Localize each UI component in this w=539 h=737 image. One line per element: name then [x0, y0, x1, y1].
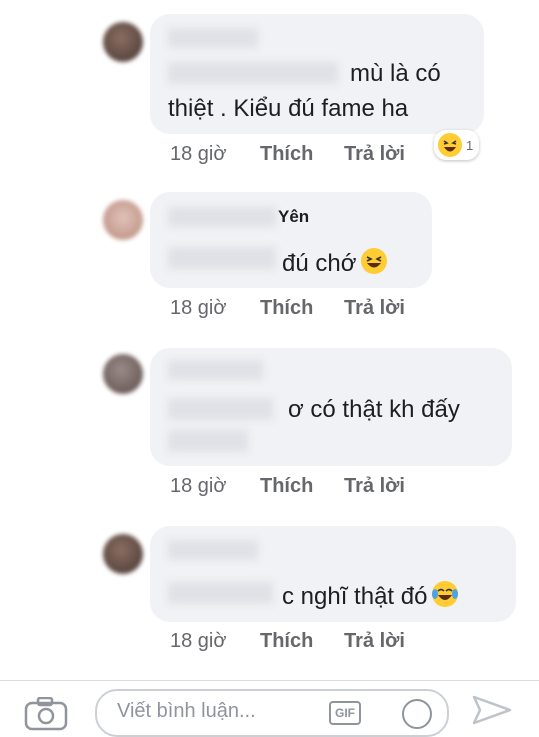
comment-time: 18 giờ — [170, 630, 227, 652]
reply-button[interactable]: Trả lời — [344, 297, 405, 320]
haha-reaction-icon — [438, 133, 462, 157]
reaction-count: 1 — [466, 137, 474, 153]
comment-input[interactable]: Viết bình luận... GIF — [95, 689, 449, 737]
reply-button[interactable]: Trả lời — [344, 475, 405, 498]
redacted-text — [168, 398, 273, 420]
redacted-text — [168, 582, 273, 604]
tears-of-joy-emoji-icon — [432, 581, 459, 607]
comment-time: 18 giờ — [170, 475, 227, 497]
avatar[interactable] — [103, 22, 143, 62]
redacted-text — [168, 62, 338, 84]
like-button[interactable]: Thích — [260, 475, 313, 498]
avatar[interactable] — [103, 200, 143, 240]
redacted-text — [168, 430, 248, 452]
redacted-name — [168, 540, 258, 560]
comment-text: mù là có — [350, 60, 441, 87]
reply-button[interactable]: Trả lời — [344, 630, 405, 653]
comment-text: c nghĩ thật đó — [282, 580, 459, 611]
comment-composer: Viết bình luận... GIF — [0, 680, 539, 737]
reaction-badge[interactable]: 1 — [434, 130, 480, 160]
redacted-name — [168, 207, 276, 227]
redacted-name — [168, 28, 258, 48]
comment-time: 18 giờ — [170, 143, 227, 165]
avatar[interactable] — [103, 354, 143, 394]
send-icon[interactable] — [472, 695, 512, 725]
commenter-name[interactable]: Yên — [278, 207, 309, 227]
like-button[interactable]: Thích — [260, 630, 313, 653]
comment-text: đú chớ — [282, 247, 388, 278]
redacted-text — [168, 247, 276, 269]
gif-button[interactable]: GIF — [329, 701, 361, 725]
laughing-emoji-icon — [361, 248, 388, 274]
sticker-icon[interactable] — [402, 699, 432, 729]
camera-icon[interactable] — [24, 697, 68, 731]
redacted-name — [168, 360, 263, 380]
comment-text: thiệt . Kiểu đú fame ha — [168, 95, 409, 122]
like-button[interactable]: Thích — [260, 297, 313, 320]
like-button[interactable]: Thích — [260, 143, 313, 166]
reply-button[interactable]: Trả lời — [344, 143, 405, 166]
comment-time: 18 giờ — [170, 297, 227, 319]
comment-text: ơ có thật kh đấy — [288, 396, 460, 423]
comment-input-placeholder: Viết bình luận... — [117, 700, 256, 722]
avatar[interactable] — [103, 534, 143, 574]
